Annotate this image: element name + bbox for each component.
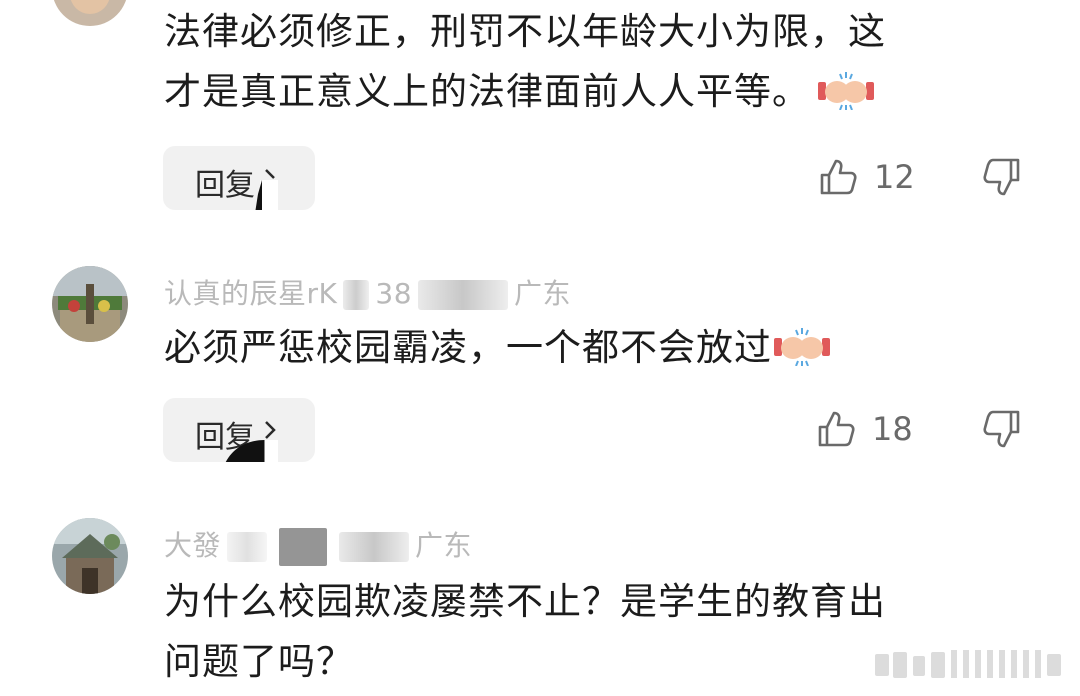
- fist-bump-emoji: [818, 72, 874, 110]
- redacted-area: [418, 280, 509, 310]
- comment-text-line: 才是真正意义上的法律面前人人平等。: [164, 62, 1014, 122]
- thumbs-up-icon: [818, 411, 855, 447]
- comment-text-line: 必须严惩校园霸凌，一个都不会放过: [164, 318, 1014, 378]
- meta-fragment: 38: [375, 277, 413, 310]
- comment-text: 法律必须修正，刑罚不以年龄大小为限，这 才是真正意义上的法律面前人人平等。: [164, 2, 1014, 122]
- dislike-button[interactable]: [980, 156, 1022, 198]
- comment-meta: 认真的辰星rK 38 广东: [164, 272, 571, 312]
- avatar[interactable]: [52, 518, 128, 594]
- reply-button[interactable]: 回复: [163, 146, 315, 210]
- dislike-button[interactable]: [980, 408, 1022, 450]
- chevron-right-icon: [265, 421, 276, 439]
- reply-button[interactable]: 回复: [163, 398, 315, 462]
- location: 广东: [415, 529, 473, 562]
- thumbs-up-icon: [820, 159, 857, 195]
- comment-item: 认真的辰星rK 38 广东 必须严惩校园霸凌，一个都不会放过 回复 18: [0, 252, 1080, 502]
- location: 广东: [514, 277, 572, 310]
- redacted-area: [279, 528, 328, 566]
- like-count: 18: [872, 410, 913, 448]
- like-button[interactable]: 18: [816, 404, 936, 454]
- overlay-shape: [255, 180, 278, 210]
- redacted-area: [343, 280, 370, 310]
- like-button[interactable]: 12: [818, 152, 938, 202]
- comment-text-line: 为什么校园欺凌屡禁不止？是学生的教育出: [164, 580, 886, 623]
- watermark: [875, 650, 1061, 678]
- comment-item: 法律必须修正，刑罚不以年龄大小为限，这 才是真正意义上的法律面前人人平等。 回复…: [0, 0, 1080, 250]
- fist-bump-emoji: [774, 328, 830, 366]
- author-name[interactable]: 认真的辰星rK: [164, 277, 337, 310]
- avatar[interactable]: [52, 0, 128, 26]
- thumbs-down-icon: [983, 410, 1020, 448]
- like-count: 12: [874, 158, 915, 196]
- comment-text-line: 法律必须修正，刑罚不以年龄大小为限，这: [164, 10, 886, 53]
- comment-meta: 大發 广东: [164, 524, 472, 566]
- avatar[interactable]: [52, 266, 128, 342]
- author-name[interactable]: 大發: [164, 529, 221, 562]
- overlay-shape: [225, 440, 278, 462]
- comment-text: 必须严惩校园霸凌，一个都不会放过: [164, 318, 1014, 378]
- thumbs-down-icon: [983, 158, 1020, 196]
- redacted-area: [227, 532, 268, 562]
- redacted-area: [339, 532, 410, 562]
